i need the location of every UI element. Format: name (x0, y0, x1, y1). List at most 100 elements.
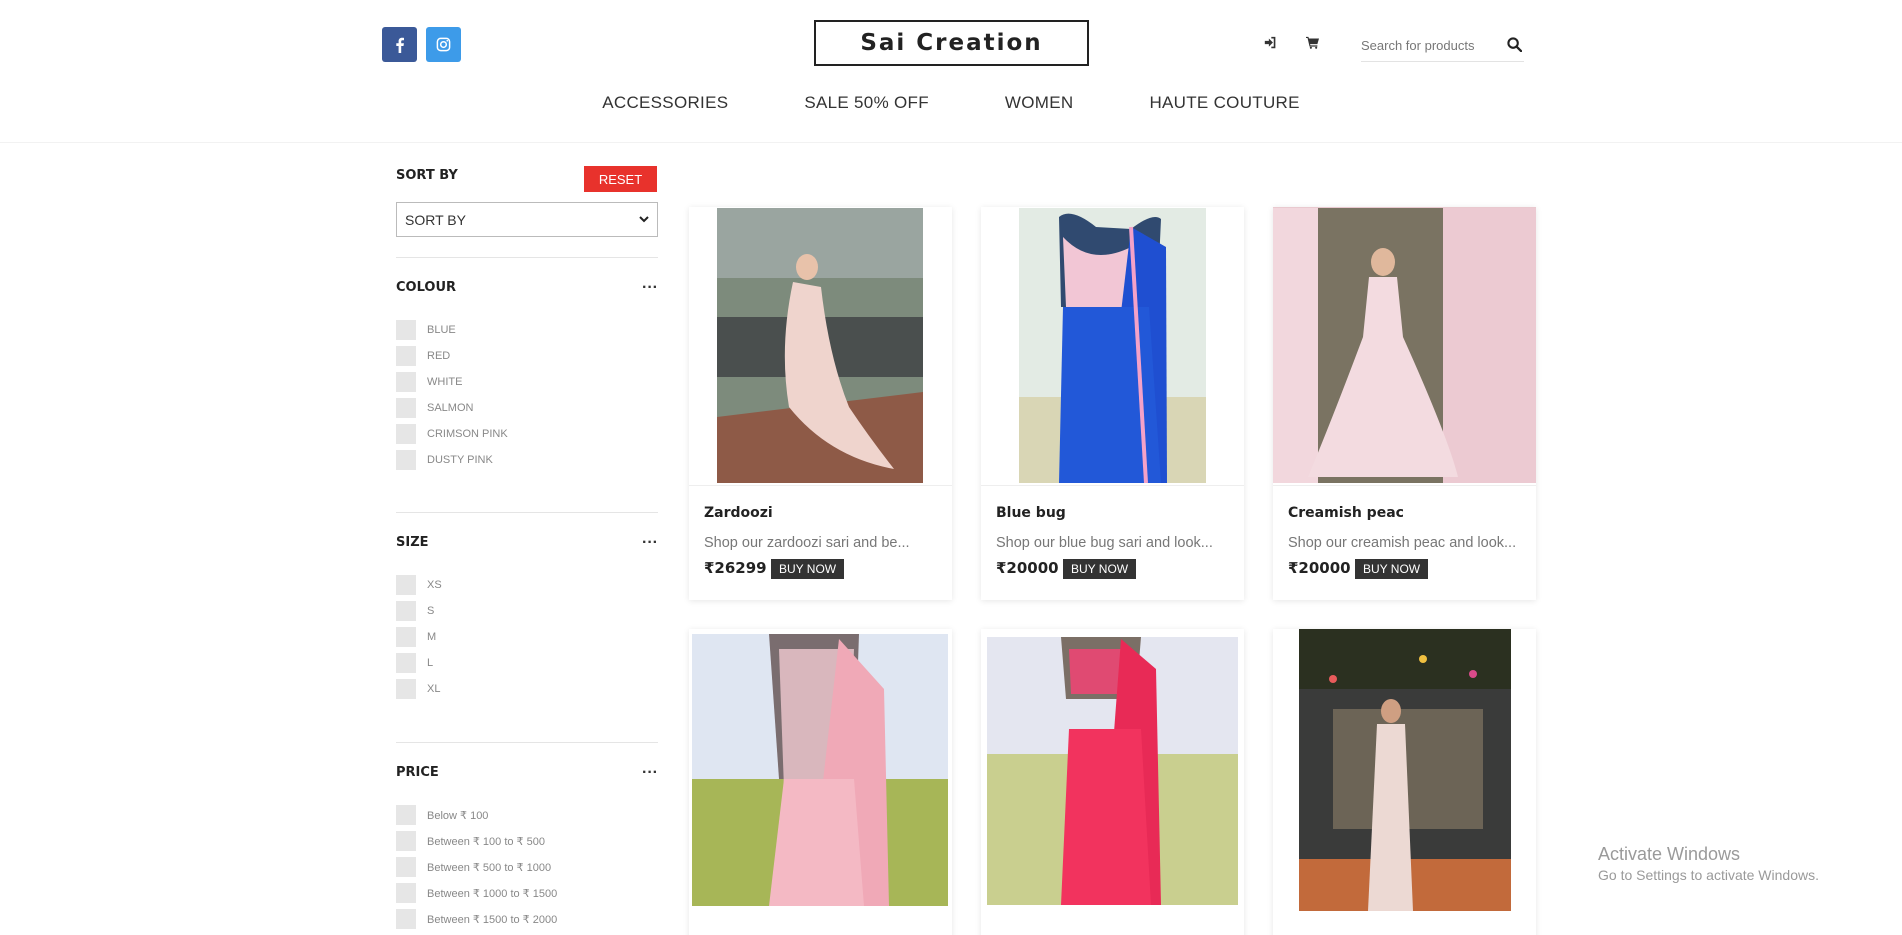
checkbox[interactable] (396, 805, 416, 825)
checkbox[interactable] (396, 398, 416, 418)
option-label: L (427, 657, 434, 669)
price-option[interactable]: Between ₹ 100 to ₹ 500 (396, 831, 545, 851)
product-image[interactable] (981, 207, 1244, 483)
product-price: ₹26299 (704, 559, 767, 577)
product-description: Shop our blue bug sari and look... (996, 535, 1213, 551)
colour-option-crimson-pink[interactable]: CRIMSON PINK (396, 424, 508, 444)
buy-now-button[interactable]: BUY NOW (771, 559, 845, 579)
watermark-title: Activate Windows (1598, 844, 1741, 864)
activation-watermark: Activate Windows Go to Settings to activ… (1598, 844, 1819, 883)
checkbox[interactable] (396, 346, 416, 366)
product-image[interactable] (981, 629, 1244, 909)
nav-sale[interactable]: SALE 50% OFF (804, 93, 929, 113)
cart-icon[interactable] (1306, 36, 1319, 49)
card-divider (1273, 485, 1536, 486)
option-label: M (427, 631, 437, 643)
checkbox[interactable] (396, 653, 416, 673)
product-card[interactable]: Creamish peac Shop our creamish peac and… (1273, 207, 1536, 600)
product-card[interactable]: Zardoozi Shop our zardoozi sari and be..… (689, 207, 952, 600)
main-nav: ACCESSORIES SALE 50% OFF WOMEN HAUTE COU… (0, 93, 1902, 113)
option-label: BLUE (427, 324, 456, 336)
product-description: Shop our zardoozi sari and be... (704, 535, 910, 551)
more-icon[interactable]: ··· (642, 279, 658, 295)
more-icon[interactable]: ··· (642, 534, 658, 550)
size-option-xs[interactable]: XS (396, 575, 442, 595)
price-option[interactable]: Between ₹ 500 to ₹ 1000 (396, 857, 551, 877)
product-card[interactable]: Blue bug Shop our blue bug sari and look… (981, 207, 1244, 600)
option-label: WHITE (427, 376, 463, 388)
checkbox[interactable] (396, 679, 416, 699)
price-filter-title: PRICE (396, 765, 439, 780)
price-option[interactable]: Between ₹ 1000 to ₹ 1500 (396, 883, 557, 903)
checkbox[interactable] (396, 575, 416, 595)
colour-option-blue[interactable]: BLUE (396, 320, 456, 340)
option-label: DUSTY PINK (427, 454, 493, 466)
product-image[interactable] (689, 629, 952, 909)
search-input[interactable] (1361, 38, 1491, 53)
colour-option-white[interactable]: WHITE (396, 372, 462, 392)
buy-now-button[interactable]: BUY NOW (1063, 559, 1137, 579)
sort-title: SORT BY (396, 168, 458, 183)
option-label: XS (427, 579, 442, 591)
nav-women[interactable]: WOMEN (1005, 93, 1074, 113)
checkbox[interactable] (396, 450, 416, 470)
colour-option-dusty-pink[interactable]: DUSTY PINK (396, 450, 493, 470)
product-image[interactable] (1273, 629, 1536, 911)
instagram-icon (436, 37, 451, 52)
option-label: RED (427, 350, 451, 362)
checkbox[interactable] (396, 831, 416, 851)
product-image[interactable] (1273, 207, 1536, 483)
product-card[interactable] (981, 629, 1244, 935)
size-option-m[interactable]: M (396, 627, 436, 647)
option-label: Between ₹ 1500 to ₹ 2000 (427, 913, 558, 926)
checkbox[interactable] (396, 627, 416, 647)
product-price: ₹20000 (1288, 559, 1351, 577)
size-filter-header[interactable]: SIZE ··· (396, 534, 658, 550)
option-label: Below ₹ 100 (427, 809, 489, 822)
product-name[interactable]: Blue bug (996, 505, 1066, 521)
option-label: XL (427, 683, 441, 695)
price-option[interactable]: Below ₹ 100 (396, 805, 488, 825)
buy-now-button[interactable]: BUY NOW (1355, 559, 1429, 579)
social-links (382, 27, 461, 62)
checkbox[interactable] (396, 320, 416, 340)
option-label: Between ₹ 1000 to ₹ 1500 (427, 887, 558, 900)
option-label: SALMON (427, 402, 474, 414)
size-option-xl[interactable]: XL (396, 679, 440, 699)
product-card[interactable] (689, 629, 952, 935)
sort-select-value: SORT BY (405, 211, 466, 228)
reset-button[interactable]: RESET (584, 166, 657, 192)
colour-option-red[interactable]: RED (396, 346, 450, 366)
size-option-s[interactable]: S (396, 601, 434, 621)
price-filter-header[interactable]: PRICE ··· (396, 764, 658, 780)
search-icon[interactable] (1507, 37, 1522, 52)
header-divider (0, 142, 1902, 143)
colour-filter-header[interactable]: COLOUR ··· (396, 279, 658, 295)
checkbox[interactable] (396, 601, 416, 621)
checkbox[interactable] (396, 424, 416, 444)
size-filter-title: SIZE (396, 535, 429, 550)
checkbox[interactable] (396, 372, 416, 392)
colour-option-salmon[interactable]: SALMON (396, 398, 473, 418)
product-card[interactable] (1273, 629, 1536, 935)
price-option[interactable]: Between ₹ 1500 to ₹ 2000 (396, 909, 557, 929)
sort-select[interactable]: SORT BY (396, 202, 658, 237)
product-name[interactable]: Creamish peac (1288, 505, 1404, 521)
login-icon[interactable] (1264, 36, 1277, 49)
divider (396, 742, 658, 743)
option-label: Between ₹ 100 to ₹ 500 (427, 835, 545, 848)
header-actions (1264, 36, 1319, 49)
facebook-button[interactable] (382, 27, 417, 62)
more-icon[interactable]: ··· (642, 764, 658, 780)
site-logo[interactable]: Sai Creation (814, 20, 1089, 66)
checkbox[interactable] (396, 909, 416, 929)
instagram-button[interactable] (426, 27, 461, 62)
checkbox[interactable] (396, 883, 416, 903)
size-option-l[interactable]: L (396, 653, 433, 673)
product-image[interactable] (689, 207, 952, 483)
nav-haute-couture[interactable]: HAUTE COUTURE (1149, 93, 1299, 113)
product-name[interactable]: Zardoozi (704, 505, 773, 521)
nav-accessories[interactable]: ACCESSORIES (602, 93, 728, 113)
search-box (1361, 30, 1524, 62)
checkbox[interactable] (396, 857, 416, 877)
